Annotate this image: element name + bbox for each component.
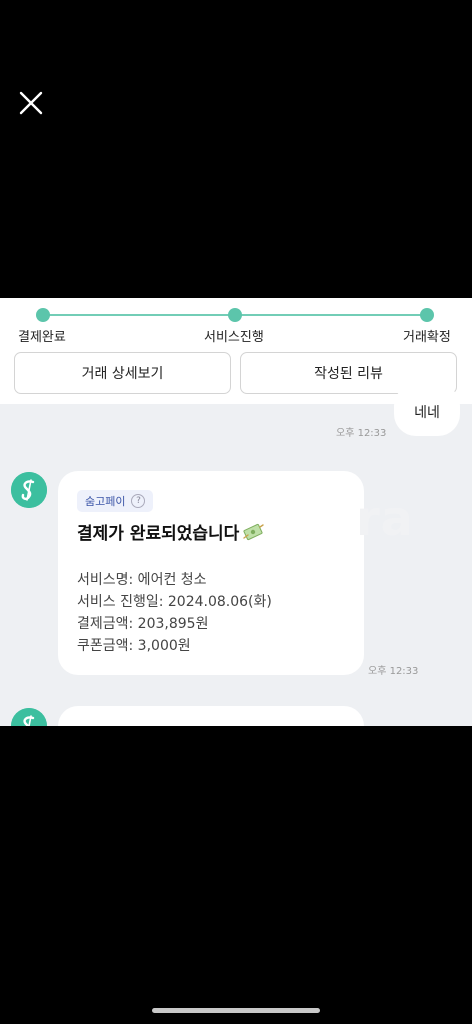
card-title: 결제가 완료되었습니다 bbox=[77, 519, 265, 544]
pay-badge-label: 숨고페이 bbox=[85, 495, 126, 508]
card-time: 오후 12:33 bbox=[368, 666, 419, 677]
my-message-time: 오후 12:33 bbox=[336, 428, 387, 439]
soomgo-avatar-next[interactable] bbox=[11, 708, 47, 726]
screen: 결제완료 서비스진행 거래확정 거래 상세보기 작성된 리뷰 네네 오후 12:… bbox=[0, 0, 472, 1024]
home-indicator[interactable] bbox=[152, 1008, 320, 1013]
payment-complete-card: ra 숨고페이 ? 결제가 완료되었습니다 서비스명: 에어컨 청소 서비스 진… bbox=[58, 471, 413, 675]
soomgo-pay-badge[interactable]: 숨고페이 ? bbox=[77, 490, 154, 512]
close-icon bbox=[19, 91, 43, 115]
my-message-bubble: 네네 bbox=[394, 384, 460, 436]
soomgo-logo-icon bbox=[11, 472, 47, 508]
payment-amount: 결제금액: 203,895원 bbox=[77, 616, 209, 632]
soomgo-avatar[interactable] bbox=[11, 472, 47, 508]
service-date: 서비스 진행일: 2024.08.06(화) bbox=[77, 594, 272, 610]
card-title-text: 결제가 완료되었습니다 bbox=[77, 524, 240, 544]
my-message-text: 네네 bbox=[414, 405, 440, 421]
card-watermark: ra bbox=[355, 491, 414, 547]
chat-sheet: 결제완료 서비스진행 거래확정 거래 상세보기 작성된 리뷰 네네 오후 12:… bbox=[0, 298, 472, 726]
chat-area[interactable]: 네네 오후 12:33 ra 숨고페이 ? 결제가 완료되었습니다 서비스명: … bbox=[0, 384, 472, 726]
service-name: 서비스명: 에어컨 청소 bbox=[77, 572, 207, 588]
help-icon[interactable]: ? bbox=[131, 494, 146, 508]
coupon-amount: 쿠폰금액: 3,000원 bbox=[77, 638, 191, 654]
money-icon bbox=[243, 523, 265, 540]
next-message-card bbox=[58, 706, 364, 726]
step-dot-in-progress bbox=[228, 308, 242, 322]
soomgo-logo-icon bbox=[11, 708, 47, 726]
close-button[interactable] bbox=[14, 86, 48, 120]
step-dot-confirmed bbox=[420, 308, 434, 322]
step-label-confirmed: 거래확정 bbox=[403, 330, 451, 345]
step-dot-paid bbox=[36, 308, 50, 322]
step-label-in-progress: 서비스진행 bbox=[204, 330, 264, 345]
transaction-detail-button[interactable]: 거래 상세보기 bbox=[14, 352, 231, 394]
step-label-paid: 결제완료 bbox=[18, 330, 66, 345]
